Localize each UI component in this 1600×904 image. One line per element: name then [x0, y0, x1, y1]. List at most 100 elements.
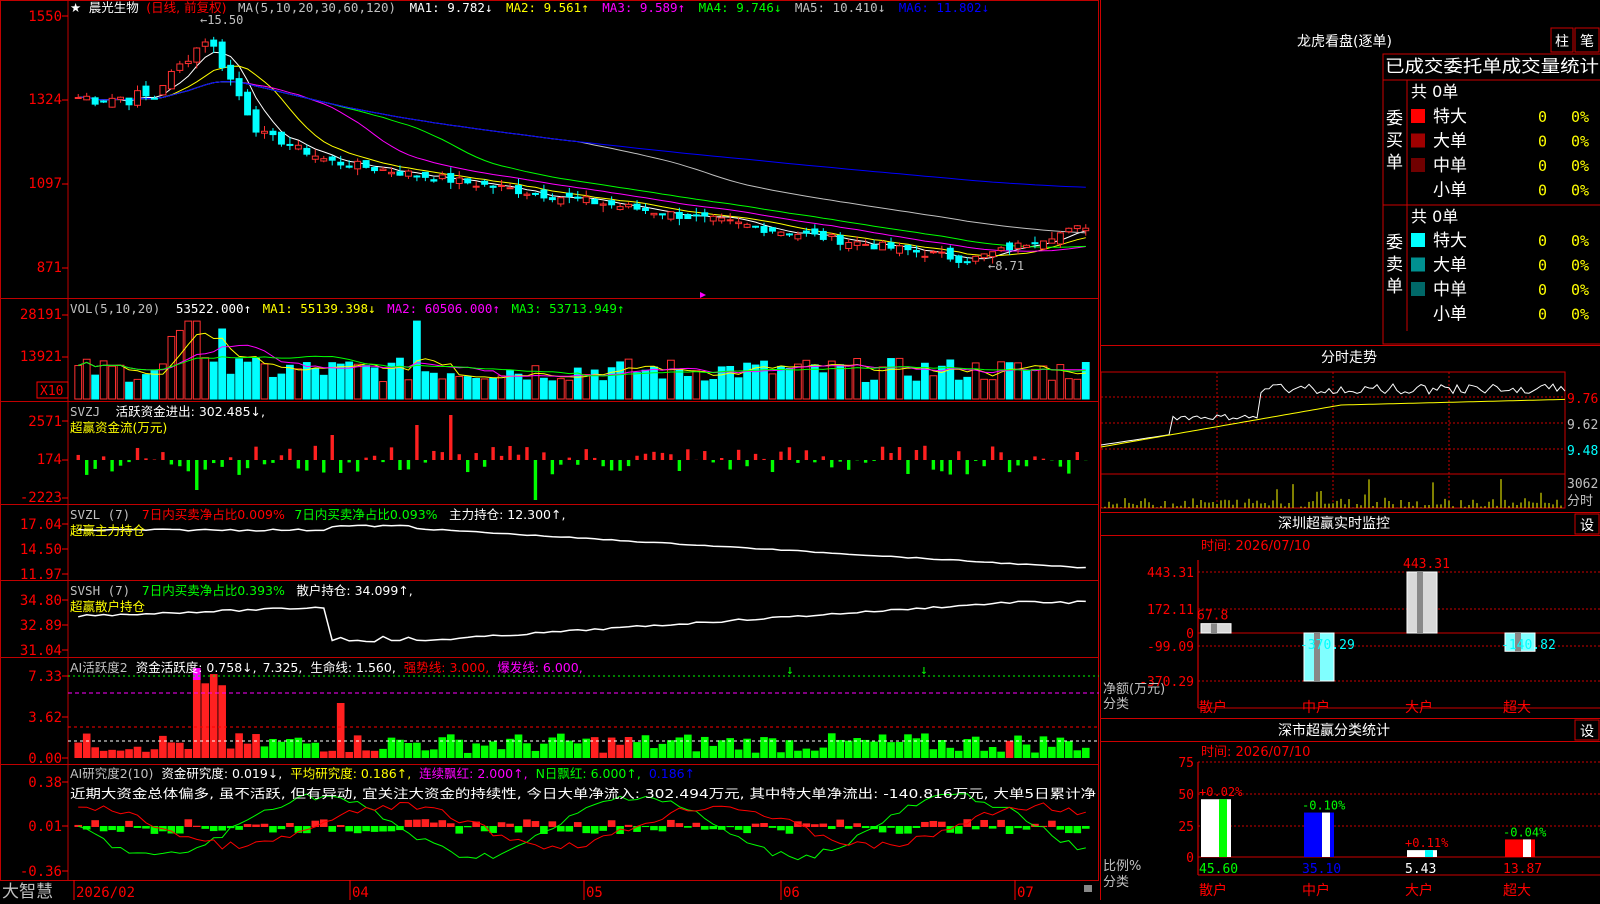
- ai-research-bar: [235, 826, 243, 830]
- candle-body: [1024, 245, 1030, 247]
- candle-body: [473, 186, 479, 187]
- ai-research-bar: [447, 823, 455, 827]
- volume-bar: [397, 358, 404, 399]
- star-icon: ★: [70, 0, 81, 15]
- svg-text:1097: 1097: [28, 176, 62, 192]
- svzj-bar: [263, 460, 266, 464]
- sz-monitor-bars[interactable]: 67.8散户-370.29中户443.31大户-140.82超大: [1197, 557, 1556, 716]
- candle-body: [1040, 241, 1046, 249]
- svzj-bar: [85, 460, 88, 475]
- svzj-bar: [923, 446, 926, 460]
- ai-active-bar: [794, 751, 802, 758]
- ai-active-bar: [405, 743, 413, 758]
- sell-row-value: 0: [1538, 257, 1547, 275]
- svzj-bar: [161, 452, 164, 460]
- candle-body: [990, 252, 996, 257]
- svzj-bar: [652, 452, 655, 460]
- ai-active-bar: [430, 749, 438, 758]
- ai-active-bar: [887, 742, 895, 758]
- period-label: (日线, 前复权): [146, 0, 226, 15]
- svzl-header: SVZL (7) 7日内买卖净占比0.009% 7日内买卖净占比0.093% 主…: [70, 507, 565, 522]
- volume-bar: [989, 380, 996, 399]
- svzj-bar: [254, 447, 257, 460]
- candle-body: [753, 226, 759, 227]
- candle-body: [465, 179, 471, 183]
- stat-value-label: 45.60: [1199, 862, 1238, 877]
- volume-bar: [405, 380, 412, 399]
- candlestick-series[interactable]: [75, 37, 1088, 268]
- ai-research-bar: [210, 826, 218, 831]
- volume-bar: [210, 362, 217, 399]
- ai-research-header: AI研究度2(10) 资金研究度: 0.019↓, 平均研究度: 0.186↑,…: [70, 766, 695, 781]
- svzj-bar: [745, 460, 748, 466]
- ai-active-bar: [354, 735, 362, 758]
- ai-research-bar: [184, 819, 192, 827]
- svzj-bar: [1016, 460, 1019, 465]
- volume-bar: [456, 376, 463, 399]
- stat-value-label: 13.87: [1503, 862, 1542, 877]
- svzj-bar: [796, 460, 799, 463]
- volume-bar: [1006, 363, 1013, 399]
- svzj-bar: [1059, 460, 1062, 467]
- svzj-bar: [991, 446, 994, 460]
- sz-stats-x-label: 分类: [1103, 875, 1129, 890]
- volume-bar: [1049, 380, 1056, 399]
- svzj-bar: [93, 460, 96, 469]
- ai-active-bars[interactable]: [74, 668, 1089, 758]
- svzj-bars[interactable]: [77, 415, 1088, 500]
- ai-active-bar: [472, 743, 480, 758]
- candle-body: [998, 248, 1004, 251]
- ai-research-bar: [1048, 821, 1056, 827]
- ai-research-bar: [955, 826, 963, 834]
- svzj-bar: [627, 460, 630, 466]
- ai-active-bar: [151, 749, 159, 758]
- volume-bar: [811, 365, 818, 399]
- volume-bar: [981, 379, 988, 399]
- volume-bars[interactable]: [75, 321, 1089, 399]
- sz-stats-bars[interactable]: +0.02%45.60散户-0.10%35.10中户+0.11%5.43大户-0…: [1199, 785, 1547, 899]
- candle-body: [118, 97, 124, 99]
- buy-row-swatch: [1411, 109, 1425, 123]
- main-chart-area[interactable]: ←15.50 ←8.71 ★ 晨光生物 (日线, 前复权) MA(5,10,20…: [0, 0, 1100, 900]
- ai-research-bar: [591, 826, 599, 834]
- intraday-title: 分时走势: [1321, 350, 1377, 366]
- volume-bar: [541, 378, 548, 399]
- ma-header: MA(5,10,20,30,60,120): [238, 0, 396, 15]
- sz-bar-shade-2: [1417, 572, 1423, 633]
- candle-body: [566, 193, 572, 196]
- lock-icon[interactable]: [1084, 885, 1092, 892]
- sell-row-swatch: [1411, 258, 1425, 272]
- candle-body: [380, 169, 386, 170]
- volume-bar: [1023, 371, 1030, 399]
- svzj-bar: [686, 449, 689, 460]
- volume-bar: [473, 379, 480, 399]
- ai-research-bar: [269, 826, 277, 832]
- sell-total: 共 0单: [1411, 207, 1458, 226]
- volume-bar: [227, 374, 234, 399]
- svzj-bar: [839, 460, 842, 462]
- ai-research-bar: [684, 826, 692, 828]
- sell-row-name: 中单: [1433, 280, 1467, 300]
- candle-body: [287, 144, 293, 145]
- volume-bar: [744, 363, 751, 399]
- ma5-label: MA5: 10.410↓: [795, 0, 885, 15]
- sz-bar-shade-0: [1211, 624, 1217, 633]
- svzj-bar: [551, 460, 554, 474]
- ai-research-bar: [582, 826, 590, 833]
- volume-bar: [481, 379, 488, 399]
- candle-body: [956, 256, 962, 262]
- ai-research-bar: [972, 826, 980, 829]
- ai-active-bar: [997, 752, 1005, 758]
- ai-active-bar: [286, 739, 294, 758]
- svg-text:50: 50: [1178, 788, 1194, 803]
- ai-research-bar: [599, 826, 607, 831]
- buy-row-name: 大单: [1433, 132, 1467, 152]
- ai-research-bar: [134, 826, 142, 828]
- candle-body: [846, 243, 852, 249]
- candle-body: [609, 201, 615, 205]
- svzj-bar: [525, 447, 528, 460]
- ai-active-bar: [337, 703, 345, 758]
- main-chart-svg[interactable]: ←15.50 ←8.71 ★ 晨光生物 (日线, 前复权) MA(5,10,20…: [0, 0, 1100, 900]
- volume-bar: [278, 374, 285, 399]
- candle-body: [770, 228, 776, 231]
